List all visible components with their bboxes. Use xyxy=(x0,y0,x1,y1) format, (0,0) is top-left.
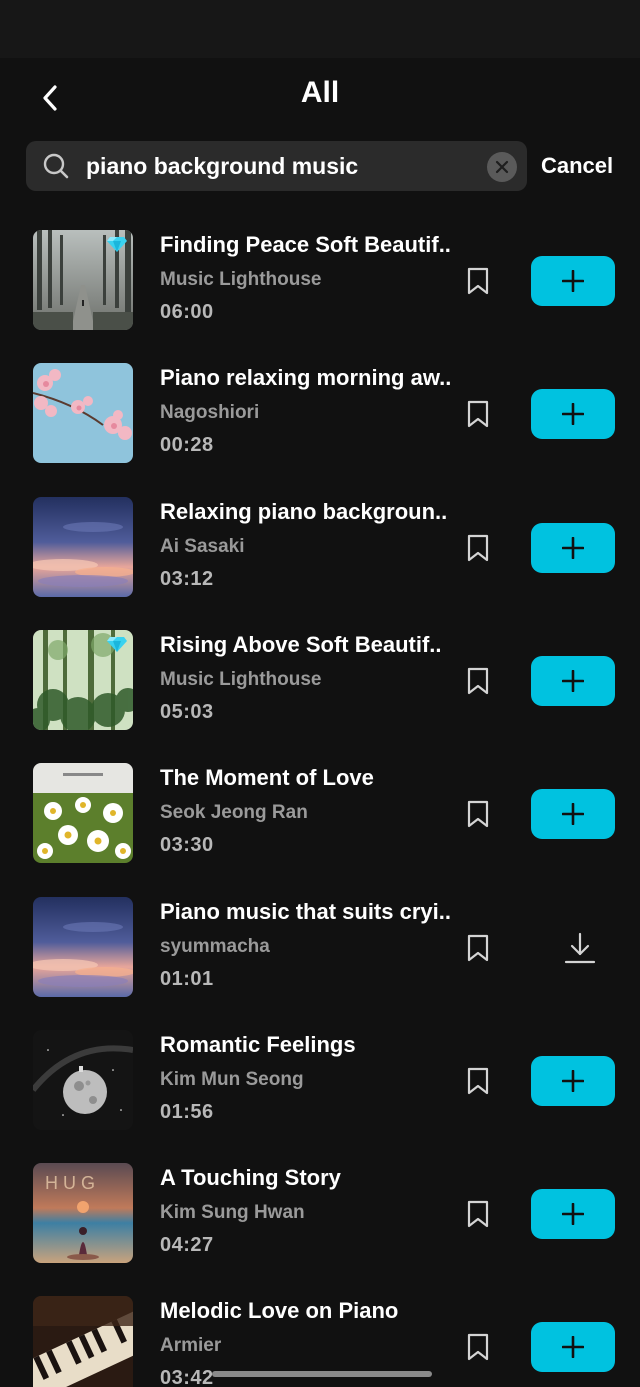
track-artist: Kim Sung Hwan xyxy=(160,1202,305,1224)
cancel-button[interactable]: Cancel xyxy=(541,141,613,191)
scroll-indicator[interactable] xyxy=(212,1371,432,1377)
track-duration: 03:12 xyxy=(160,567,214,590)
track-duration: 03:30 xyxy=(160,834,214,857)
track-title[interactable]: The Moment of Love xyxy=(160,765,460,791)
plus-icon xyxy=(562,403,584,426)
track-row[interactable]: Piano music that suits cryi.. syummacha … xyxy=(0,881,640,1014)
search-input[interactable] xyxy=(86,141,486,191)
track-row[interactable]: The Moment of Love Seok Jeong Ran 03:30 xyxy=(0,747,640,880)
track-duration: 00:28 xyxy=(160,434,214,457)
bookmark-icon[interactable] xyxy=(466,934,490,962)
svg-text:H U G: H U G xyxy=(45,1173,95,1193)
track-duration: 05:03 xyxy=(160,700,214,723)
close-icon xyxy=(495,160,509,174)
album-art-green-forest[interactable] xyxy=(33,629,133,730)
track-row[interactable]: Relaxing piano backgroun.. Ai Sasaki 03:… xyxy=(0,481,640,614)
track-title[interactable]: Romantic Feelings xyxy=(160,1032,460,1058)
album-art-piano-keys[interactable] xyxy=(33,1296,133,1387)
add-track-button[interactable] xyxy=(531,1055,615,1106)
search-row: Cancel xyxy=(0,141,640,191)
status-bar xyxy=(0,0,640,58)
plus-icon xyxy=(562,669,584,692)
add-track-button[interactable] xyxy=(531,389,615,440)
track-artist: syummacha xyxy=(160,935,270,957)
search-box[interactable] xyxy=(26,141,527,191)
header: All xyxy=(0,58,640,134)
track-row[interactable]: Finding Peace Soft Beautif.. Music Light… xyxy=(0,214,640,347)
plus-icon xyxy=(562,270,584,292)
add-track-button[interactable] xyxy=(531,1189,615,1240)
add-track-button[interactable] xyxy=(531,655,615,706)
plus-icon xyxy=(562,1203,584,1226)
track-artist: Music Lighthouse xyxy=(160,269,322,290)
bookmark-icon[interactable] xyxy=(466,667,490,695)
track-duration: 01:56 xyxy=(160,1100,214,1123)
track-title[interactable]: Piano music that suits cryi.. xyxy=(160,899,460,925)
track-row[interactable]: H U G A Touching Story Kim Sung Hwan 04:… xyxy=(0,1147,640,1280)
add-track-button[interactable] xyxy=(531,1322,615,1373)
bookmark-icon[interactable] xyxy=(466,1067,490,1095)
track-artist: Seok Jeong Ran xyxy=(160,802,308,824)
track-row[interactable]: Piano relaxing morning aw.. Nagoshiori 0… xyxy=(0,347,640,480)
plus-icon xyxy=(562,1336,584,1359)
add-track-button[interactable] xyxy=(531,789,615,840)
track-duration: 01:01 xyxy=(160,967,214,990)
track-artist: Nagoshiori xyxy=(160,402,260,424)
album-art-daisy-field[interactable] xyxy=(33,763,133,864)
track-artist: Music Lighthouse xyxy=(160,668,322,690)
track-artist: Armier xyxy=(160,1335,222,1357)
track-duration: 04:27 xyxy=(160,1234,214,1257)
bookmark-icon[interactable] xyxy=(466,267,490,295)
track-title[interactable]: Melodic Love on Piano xyxy=(160,1298,460,1324)
track-row[interactable]: Rising Above Soft Beautif.. Music Lighth… xyxy=(0,614,640,747)
track-title[interactable]: Relaxing piano backgroun.. xyxy=(160,499,460,525)
bookmark-icon[interactable] xyxy=(466,1333,490,1361)
clear-search-button[interactable] xyxy=(487,152,517,182)
bookmark-icon[interactable] xyxy=(466,1200,490,1228)
album-art-sunset-clouds[interactable] xyxy=(33,496,133,597)
page-title: All xyxy=(300,76,340,109)
album-art-sunset-clouds[interactable] xyxy=(33,896,133,997)
plus-icon xyxy=(562,536,584,559)
plus-icon xyxy=(562,1069,584,1092)
track-title[interactable]: Finding Peace Soft Beautif.. xyxy=(160,232,460,258)
download-icon[interactable] xyxy=(563,930,597,966)
bookmark-icon[interactable] xyxy=(466,400,490,428)
premium-gem-icon xyxy=(107,237,127,252)
track-title[interactable]: A Touching Story xyxy=(160,1165,460,1191)
add-track-button[interactable] xyxy=(531,256,615,306)
album-art-hug-beach[interactable]: H U G xyxy=(33,1163,133,1264)
album-art-cherry-blossom-sky[interactable] xyxy=(33,363,133,464)
track-duration: 06:00 xyxy=(160,301,214,323)
bookmark-icon[interactable] xyxy=(466,800,490,828)
album-art-moon-space[interactable] xyxy=(33,1029,133,1130)
premium-gem-icon xyxy=(107,636,127,652)
track-duration: 03:42 xyxy=(160,1367,214,1387)
track-title[interactable]: Rising Above Soft Beautif.. xyxy=(160,632,460,658)
bookmark-icon[interactable] xyxy=(466,534,490,562)
search-icon xyxy=(43,153,69,179)
track-artist: Ai Sasaki xyxy=(160,535,245,557)
track-artist: Kim Mun Seong xyxy=(160,1068,304,1090)
track-title[interactable]: Piano relaxing morning aw.. xyxy=(160,365,460,391)
plus-icon xyxy=(562,803,584,826)
album-art-foggy-forest-road[interactable] xyxy=(33,230,133,330)
track-row[interactable]: Romantic Feelings Kim Mun Seong 01:56 xyxy=(0,1014,640,1147)
add-track-button[interactable] xyxy=(531,522,615,573)
